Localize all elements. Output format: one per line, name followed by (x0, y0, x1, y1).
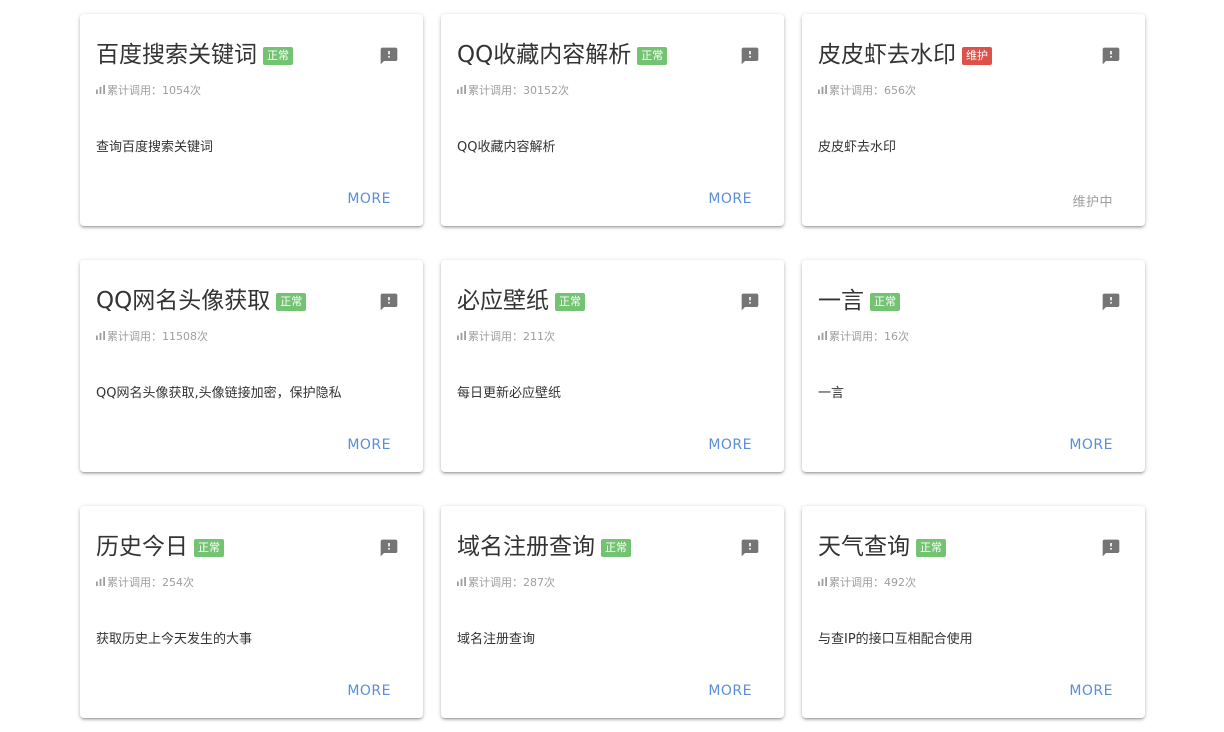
call-count-text: 累计调用：254次 (107, 576, 194, 589)
more-button[interactable]: MORE (1069, 437, 1113, 453)
status-badge: 正常 (601, 539, 631, 557)
card-title: 天气查询 (818, 534, 910, 560)
card-title-row: 皮皮虾去水印 维护 (818, 40, 992, 70)
call-count: 累计调用：254次 (96, 574, 194, 590)
status-badge: 正常 (637, 47, 668, 65)
api-card: 百度搜索关键词 正常 累计调用：1054次 查询百度搜索关键词 MORE (80, 14, 423, 226)
more-button[interactable]: MORE (708, 683, 752, 699)
card-title: 一言 (818, 288, 864, 314)
card-description: 每日更新必应壁纸 (457, 386, 562, 401)
api-card-grid: 百度搜索关键词 正常 累计调用：1054次 查询百度搜索关键词 MORE QQ收… (80, 14, 1145, 718)
call-count: 累计调用：211次 (457, 328, 555, 344)
comment-alert-icon[interactable] (740, 292, 760, 312)
status-badge: 正常 (555, 293, 585, 311)
card-description: 获取历史上今天发生的大事 (96, 632, 253, 647)
bar-chart-icon (818, 330, 827, 343)
comment-alert-icon[interactable] (1101, 292, 1121, 312)
call-count-text: 累计调用：656次 (829, 84, 916, 97)
comment-alert-icon[interactable] (1101, 538, 1121, 558)
call-count: 累计调用：287次 (457, 574, 555, 590)
more-button[interactable]: MORE (347, 191, 391, 207)
call-count-text: 累计调用：211次 (468, 330, 555, 343)
api-card: 皮皮虾去水印 维护 累计调用：656次 皮皮虾去水印 维护中 (802, 14, 1145, 226)
status-badge: 正常 (194, 539, 224, 557)
card-title-row: 必应壁纸 正常 (457, 286, 585, 316)
status-badge: 正常 (870, 293, 900, 311)
call-count-text: 累计调用：16次 (829, 330, 909, 343)
card-title: 必应壁纸 (457, 288, 549, 314)
card-title-row: 百度搜索关键词 正常 (96, 40, 293, 70)
comment-alert-icon[interactable] (740, 538, 760, 558)
bar-chart-icon (457, 576, 466, 589)
status-badge: 正常 (263, 47, 293, 65)
call-count: 累计调用：30152次 (457, 82, 569, 98)
status-badge: 维护 (962, 47, 992, 65)
more-button[interactable]: MORE (708, 437, 752, 453)
card-description: 皮皮虾去水印 (818, 140, 897, 155)
card-title: 皮皮虾去水印 (818, 42, 956, 68)
card-title-row: 一言 正常 (818, 286, 900, 316)
card-title-row: QQ网名头像获取 正常 (96, 286, 307, 316)
more-button[interactable]: MORE (347, 437, 391, 453)
more-button[interactable]: MORE (1069, 683, 1113, 699)
more-button[interactable]: MORE (347, 683, 391, 699)
call-count-text: 累计调用：287次 (468, 576, 555, 589)
card-title: 域名注册查询 (457, 534, 595, 560)
card-description: 域名注册查询 (457, 632, 536, 647)
bar-chart-icon (457, 84, 466, 97)
call-count-text: 累计调用：11508次 (107, 330, 208, 343)
card-description: QQ网名头像获取,头像链接加密，保护隐私 (96, 386, 342, 401)
card-title-row: 历史今日 正常 (96, 532, 224, 562)
call-count: 累计调用：11508次 (96, 328, 208, 344)
call-count-text: 累计调用：1054次 (107, 84, 201, 97)
call-count: 累计调用：1054次 (96, 82, 201, 98)
card-title-row: 域名注册查询 正常 (457, 532, 631, 562)
maintenance-label: 维护中 (1072, 195, 1113, 210)
api-card: QQ收藏内容解析 正常 累计调用：30152次 QQ收藏内容解析 MORE (441, 14, 784, 226)
comment-alert-icon[interactable] (379, 46, 399, 66)
card-title: 百度搜索关键词 (96, 42, 257, 68)
card-description: QQ收藏内容解析 (457, 140, 556, 155)
call-count-text: 累计调用：492次 (829, 576, 916, 589)
bar-chart-icon (96, 330, 105, 343)
status-badge: 正常 (916, 539, 946, 557)
api-card: 一言 正常 累计调用：16次 一言 MORE (802, 260, 1145, 472)
api-card: 天气查询 正常 累计调用：492次 与查IP的接口互相配合使用 MORE (802, 506, 1145, 718)
api-card: 域名注册查询 正常 累计调用：287次 域名注册查询 MORE (441, 506, 784, 718)
card-title: QQ网名头像获取 (96, 288, 271, 314)
card-description: 一言 (818, 386, 845, 401)
call-count: 累计调用：656次 (818, 82, 916, 98)
bar-chart-icon (457, 330, 466, 343)
comment-alert-icon[interactable] (379, 292, 399, 312)
bar-chart-icon (96, 576, 105, 589)
call-count-text: 累计调用：30152次 (468, 84, 569, 97)
api-card: 历史今日 正常 累计调用：254次 获取历史上今天发生的大事 MORE (80, 506, 423, 718)
card-title-row: 天气查询 正常 (818, 532, 946, 562)
call-count: 累计调用：492次 (818, 574, 916, 590)
card-title: 历史今日 (96, 534, 188, 560)
comment-alert-icon[interactable] (1101, 46, 1121, 66)
bar-chart-icon (818, 576, 827, 589)
call-count: 累计调用：16次 (818, 328, 909, 344)
comment-alert-icon[interactable] (379, 538, 399, 558)
card-description: 查询百度搜索关键词 (96, 140, 214, 155)
api-card: 必应壁纸 正常 累计调用：211次 每日更新必应壁纸 MORE (441, 260, 784, 472)
status-badge: 正常 (276, 293, 307, 311)
card-title-row: QQ收藏内容解析 正常 (457, 40, 668, 70)
comment-alert-icon[interactable] (740, 46, 760, 66)
bar-chart-icon (96, 84, 105, 97)
bar-chart-icon (818, 84, 827, 97)
more-button[interactable]: MORE (708, 191, 752, 207)
api-card: QQ网名头像获取 正常 累计调用：11508次 QQ网名头像获取,头像链接加密，… (80, 260, 423, 472)
card-description: 与查IP的接口互相配合使用 (818, 632, 973, 647)
card-title: QQ收藏内容解析 (457, 42, 632, 68)
